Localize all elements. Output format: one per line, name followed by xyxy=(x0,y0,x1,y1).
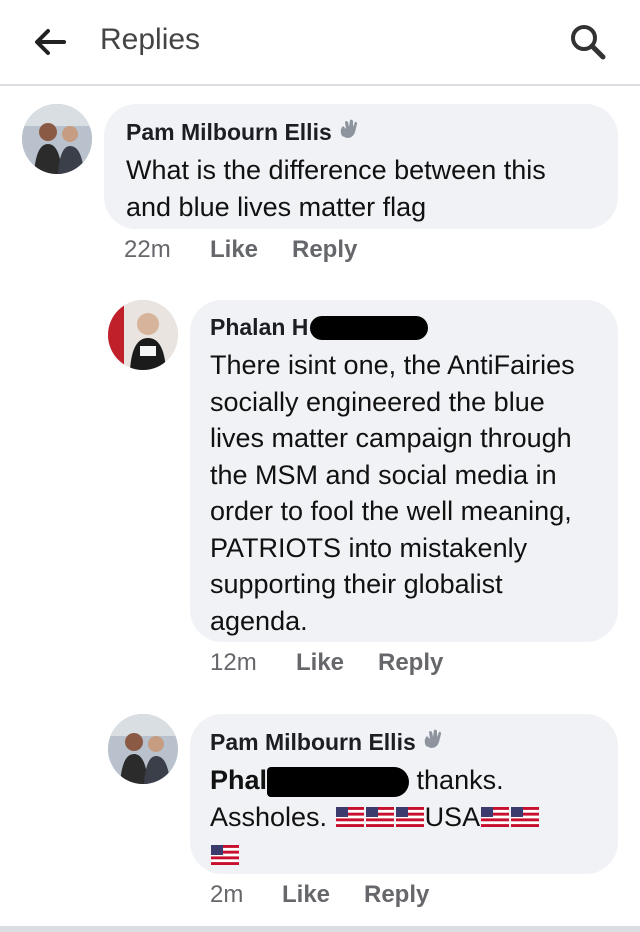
divider xyxy=(0,926,640,932)
wave-icon xyxy=(337,118,361,146)
us-flag-icon xyxy=(211,838,239,875)
comment-time: 2m xyxy=(210,881,244,908)
comment-time: 12m xyxy=(210,649,257,676)
comment-bubble: Phalan H There isint one, the AntiFairie… xyxy=(190,300,618,642)
comment-text: Phal thanks. Assholes. USA xyxy=(210,762,598,875)
mention[interactable]: Phal xyxy=(210,765,267,795)
reply-button[interactable]: Reply xyxy=(364,881,429,909)
us-flag-icon xyxy=(395,800,424,837)
comment-actions: 12m Like Reply xyxy=(210,649,443,677)
comment-bubble: Pam Milbourn Ellis Phal thanks. Assholes… xyxy=(190,714,618,874)
comment-author[interactable]: Pam Milbourn Ellis xyxy=(210,728,598,756)
comment-bubble: Pam Milbourn Ellis What is the differenc… xyxy=(104,104,618,229)
comment-author[interactable]: Pam Milbourn Ellis xyxy=(126,118,596,146)
comment-text: There isint one, the AntiFairies sociall… xyxy=(210,350,575,636)
avatar[interactable] xyxy=(22,104,92,174)
us-flag-icon xyxy=(335,800,364,837)
comment-author[interactable]: Phalan H xyxy=(210,314,598,341)
search-icon[interactable] xyxy=(566,20,610,64)
page-title: Replies xyxy=(100,23,201,56)
comment-time: 22m xyxy=(124,236,171,263)
us-flag-icon xyxy=(481,800,510,837)
reply-button[interactable]: Reply xyxy=(378,649,443,677)
comment-text: What is the difference between this and … xyxy=(126,155,546,222)
comment-actions: 2m Like Reply xyxy=(210,881,429,909)
redaction-bar xyxy=(267,766,410,797)
top-bar: Replies xyxy=(0,0,640,86)
wave-icon xyxy=(421,728,445,756)
like-button[interactable]: Like xyxy=(282,881,364,909)
avatar[interactable] xyxy=(108,714,178,784)
like-button[interactable]: Like xyxy=(210,236,292,264)
us-flag-icon xyxy=(365,800,394,837)
comment-actions: 22m Like Reply xyxy=(124,236,357,264)
back-arrow-icon[interactable] xyxy=(28,20,72,64)
reply-button[interactable]: Reply xyxy=(292,236,357,264)
redaction-bar xyxy=(310,315,429,340)
us-flag-icon xyxy=(511,800,540,837)
avatar[interactable] xyxy=(108,300,178,370)
like-button[interactable]: Like xyxy=(296,649,378,677)
